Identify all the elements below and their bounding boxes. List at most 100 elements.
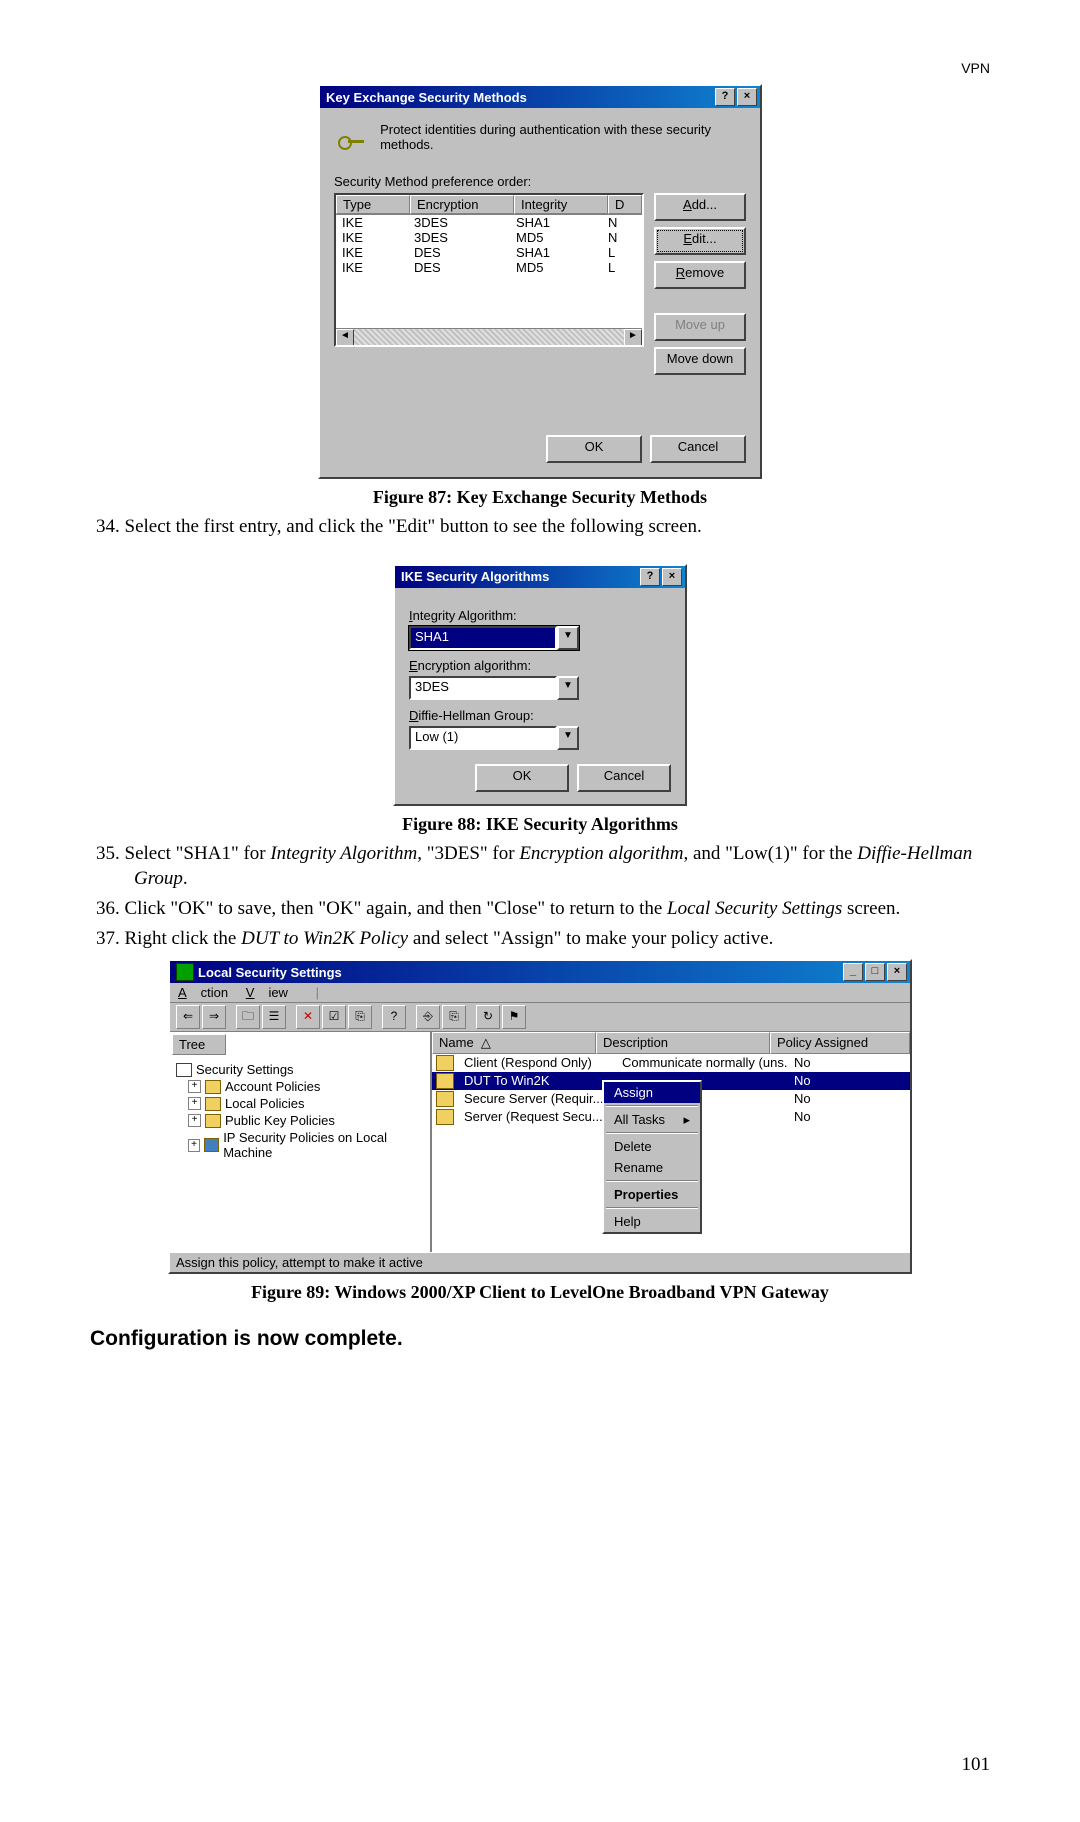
scrollbar-horizontal[interactable]: ◄ ► bbox=[336, 328, 642, 345]
dialog-title: Key Exchange Security Methods bbox=[326, 90, 527, 105]
window-titlebar: Local Security Settings _ □ × bbox=[170, 961, 910, 983]
menubar[interactable]: Action View | bbox=[170, 983, 910, 1003]
dh-combo[interactable]: Low (1) ▼ bbox=[409, 726, 579, 750]
chevron-down-icon[interactable]: ▼ bbox=[557, 676, 579, 700]
help-icon[interactable]: ? bbox=[640, 568, 660, 586]
local-security-settings-window: Local Security Settings _ □ × Action Vie… bbox=[168, 959, 912, 1274]
encryption-combo[interactable]: 3DES ▼ bbox=[409, 676, 579, 700]
step-34: 34. Select the first entry, and click th… bbox=[90, 514, 990, 540]
context-menu[interactable]: Assign All Tasks Delete Rename Propertie… bbox=[602, 1080, 702, 1234]
remove-button[interactable]: Remove bbox=[654, 261, 746, 289]
step-35: 35. Select "SHA1" for Integrity Algorith… bbox=[90, 841, 990, 892]
ok-button[interactable]: OK bbox=[475, 764, 569, 792]
policy-icon bbox=[436, 1055, 454, 1071]
encryption-label: Encryption algorithm: bbox=[409, 658, 671, 673]
maximize-icon[interactable]: □ bbox=[865, 963, 885, 981]
list-row[interactable]: IKEDESMD5L bbox=[336, 260, 642, 275]
toolbar: ⇐ ⇒ 🗀 ☰ ✕ ☑ ⎘ ? ⎆ ⎘ ↻ ⚑ bbox=[170, 1003, 910, 1032]
policy-row[interactable]: Client (Respond Only)Communicate normall… bbox=[432, 1054, 910, 1072]
scroll-right-icon[interactable]: ► bbox=[624, 329, 642, 347]
scroll-left-icon[interactable]: ◄ bbox=[336, 329, 354, 347]
forward-icon[interactable]: ⇒ bbox=[202, 1005, 226, 1029]
close-icon[interactable]: × bbox=[737, 88, 757, 106]
page-number: 101 bbox=[962, 1754, 991, 1776]
policy-icon bbox=[436, 1073, 454, 1089]
col-integrity[interactable]: Integrity bbox=[514, 195, 608, 214]
show-icon[interactable]: ☰ bbox=[262, 1005, 286, 1029]
integrity-combo[interactable]: SHA1 ▼ bbox=[409, 626, 579, 650]
key-exchange-dialog: Key Exchange Security Methods ? × Protec… bbox=[318, 84, 762, 479]
figure-87-caption: Figure 87: Key Exchange Security Methods bbox=[90, 487, 990, 508]
figure-89-caption: Figure 89: Windows 2000/XP Client to Lev… bbox=[90, 1282, 990, 1303]
policy-icon bbox=[436, 1091, 454, 1107]
list-row[interactable]: IKE3DESMD5N bbox=[336, 230, 642, 245]
close-icon[interactable]: × bbox=[662, 568, 682, 586]
figure-88-caption: Figure 88: IKE Security Algorithms bbox=[90, 814, 990, 835]
help-icon[interactable]: ? bbox=[715, 88, 735, 106]
delete-icon[interactable]: ✕ bbox=[296, 1005, 320, 1029]
dh-label: Diffie-Hellman Group: bbox=[409, 708, 671, 723]
tree-item[interactable]: +Public Key Policies bbox=[176, 1112, 424, 1129]
ctx-rename[interactable]: Rename bbox=[604, 1157, 700, 1178]
move-down-button[interactable]: Move down bbox=[654, 347, 746, 375]
details-pane: Name △ Description Policy Assigned Clien… bbox=[432, 1032, 910, 1252]
cancel-button[interactable]: Cancel bbox=[577, 764, 671, 792]
window-title: Local Security Settings bbox=[198, 965, 342, 980]
cancel-button[interactable]: Cancel bbox=[650, 435, 746, 463]
step-36: 36. Click "OK" to save, then "OK" again,… bbox=[90, 896, 990, 922]
tree-pane[interactable]: Tree Security Settings +Account Policies… bbox=[170, 1032, 432, 1252]
minimize-icon[interactable]: _ bbox=[843, 963, 863, 981]
step-37: 37. Right click the DUT to Win2K Policy … bbox=[90, 926, 990, 952]
completion-text: Configuration is now complete. bbox=[90, 1327, 990, 1351]
chevron-down-icon[interactable]: ▼ bbox=[557, 626, 579, 650]
col-extra[interactable]: D bbox=[608, 195, 642, 214]
menu-view[interactable]: View bbox=[246, 985, 288, 1000]
ctx-properties[interactable]: Properties bbox=[604, 1184, 700, 1205]
ctx-all-tasks[interactable]: All Tasks bbox=[604, 1109, 700, 1130]
integrity-label: Integrity Algorithm: bbox=[409, 608, 671, 623]
ike-dialog: IKE Security Algorithms ? × Integrity Al… bbox=[393, 564, 687, 806]
col-name[interactable]: Name △ bbox=[432, 1032, 596, 1054]
encryption-value: 3DES bbox=[409, 676, 557, 700]
ctx-assign[interactable]: Assign bbox=[604, 1082, 700, 1103]
refresh-icon[interactable]: ↻ bbox=[476, 1005, 500, 1029]
tree-root[interactable]: Security Settings bbox=[176, 1061, 424, 1078]
dialog-titlebar: IKE Security Algorithms ? × bbox=[395, 566, 685, 588]
page-header-right: VPN bbox=[961, 60, 990, 76]
col-encryption[interactable]: Encryption bbox=[410, 195, 514, 214]
edit-button[interactable]: Edit... bbox=[654, 227, 746, 255]
up-folder-icon[interactable]: 🗀 bbox=[236, 1005, 260, 1029]
close-icon[interactable]: × bbox=[887, 963, 907, 981]
col-description[interactable]: Description bbox=[596, 1032, 770, 1054]
dialog-titlebar: Key Exchange Security Methods ? × bbox=[320, 86, 760, 108]
app-icon bbox=[176, 963, 194, 981]
tree-item[interactable]: +Local Policies bbox=[176, 1095, 424, 1112]
col-type[interactable]: Type bbox=[336, 195, 410, 214]
col-policy-assigned[interactable]: Policy Assigned bbox=[770, 1032, 910, 1054]
back-icon[interactable]: ⇐ bbox=[176, 1005, 200, 1029]
ctx-help[interactable]: Help bbox=[604, 1211, 700, 1232]
help-icon[interactable]: ? bbox=[382, 1005, 406, 1029]
add-button[interactable]: Add... bbox=[654, 193, 746, 221]
tree-item[interactable]: +Account Policies bbox=[176, 1078, 424, 1095]
key-icon bbox=[334, 122, 366, 156]
menu-action[interactable]: Action bbox=[178, 985, 228, 1000]
filter-icon[interactable]: ⚑ bbox=[502, 1005, 526, 1029]
ok-button[interactable]: OK bbox=[546, 435, 642, 463]
tree-item[interactable]: +IP Security Policies on Local Machine bbox=[176, 1129, 424, 1161]
tree-tab[interactable]: Tree bbox=[172, 1034, 226, 1055]
move-up-button: Move up bbox=[654, 313, 746, 341]
methods-listbox[interactable]: Type Encryption Integrity D IKE3DESSHA1N… bbox=[334, 193, 644, 347]
list-row[interactable]: IKEDESSHA1L bbox=[336, 245, 642, 260]
dialog-title: IKE Security Algorithms bbox=[401, 569, 549, 584]
properties-icon[interactable]: ☑ bbox=[322, 1005, 346, 1029]
preference-order-label: Security Method preference order: bbox=[334, 174, 746, 189]
export-icon[interactable]: ⎘ bbox=[348, 1005, 372, 1029]
list-row[interactable]: IKE3DESSHA1N bbox=[336, 215, 642, 230]
integrity-value: SHA1 bbox=[409, 626, 557, 650]
chevron-down-icon[interactable]: ▼ bbox=[557, 726, 579, 750]
policy-assign-icon[interactable]: ⎘ bbox=[442, 1005, 466, 1029]
ctx-delete[interactable]: Delete bbox=[604, 1136, 700, 1157]
policy-add-icon[interactable]: ⎆ bbox=[416, 1005, 440, 1029]
dialog-intro-text: Protect identities during authentication… bbox=[380, 122, 746, 156]
